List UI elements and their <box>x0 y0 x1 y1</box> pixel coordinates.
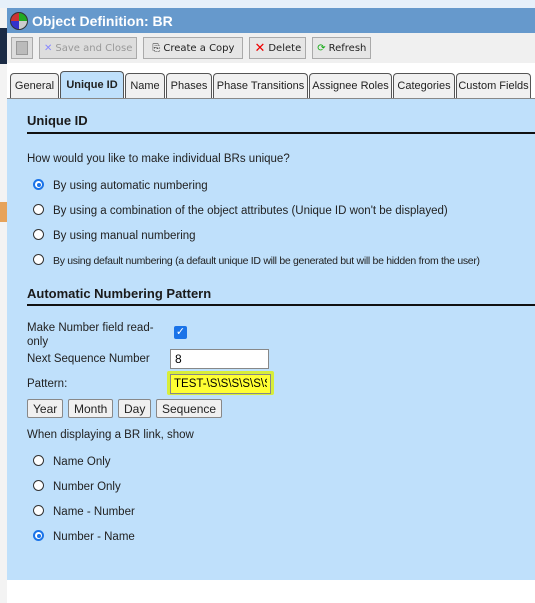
tab-custom-fields[interactable]: Custom Fields <box>456 73 531 98</box>
window-title: Object Definition: BR <box>32 12 173 29</box>
left-edge <box>0 8 7 603</box>
radio-automatic-numbering[interactable] <box>33 179 44 190</box>
radio-attribute-combination[interactable] <box>33 204 44 215</box>
readonly-checkbox[interactable]: ✓ <box>174 326 187 339</box>
refresh-icon: ⟳ <box>317 42 326 54</box>
tab-unique-id[interactable]: Unique ID <box>60 71 124 98</box>
link-option-label: Number Only <box>53 481 121 493</box>
save-close-label: Save and Close <box>55 42 133 54</box>
day-button[interactable]: Day <box>118 399 152 418</box>
divider <box>27 304 535 306</box>
option-label: By using default numbering (a default un… <box>53 255 480 267</box>
option-label: By using manual numbering <box>53 230 196 242</box>
top-strip <box>0 0 535 8</box>
refresh-button[interactable]: ⟳ Refresh <box>312 37 372 59</box>
save-button[interactable] <box>11 37 33 59</box>
title-bar: Object Definition: BR <box>7 8 535 33</box>
pattern-heading: Automatic Numbering Pattern <box>27 286 212 301</box>
pattern-label: Pattern: <box>27 378 68 390</box>
unique-question: How would you like to make individual BR… <box>27 153 290 165</box>
option-label: By using automatic numbering <box>53 180 208 192</box>
sequence-button[interactable]: Sequence <box>156 399 223 418</box>
left-edge-dark <box>0 28 7 64</box>
tab-categories[interactable]: Categories <box>393 73 455 98</box>
tab-phase-transitions[interactable]: Phase Transitions <box>213 73 308 98</box>
save-close-icon: ✕ <box>44 42 53 54</box>
save-and-close-button[interactable]: ✕ Save and Close <box>39 37 138 59</box>
next-seq-label: Next Sequence Number <box>27 353 150 365</box>
radio-name-only[interactable] <box>33 455 44 466</box>
delete-button[interactable]: ✕ Delete <box>249 37 307 59</box>
option-label: By using a combination of the object att… <box>53 205 448 217</box>
radio-number-only[interactable] <box>33 480 44 491</box>
copy-icon: ⎘ <box>152 42 161 54</box>
link-option-label: Number - Name <box>53 531 135 543</box>
left-edge-accent <box>0 202 7 222</box>
create-copy-label: Create a Copy <box>163 42 235 54</box>
tab-phases[interactable]: Phases <box>166 73 212 98</box>
unique-id-panel: Unique ID How would you like to make ind… <box>7 99 535 580</box>
pattern-input[interactable] <box>170 374 271 394</box>
delete-label: Delete <box>268 42 302 54</box>
readonly-label: Make Number field read-only <box>27 322 154 348</box>
link-option-label: Name - Number <box>53 506 135 518</box>
tab-assignee-roles[interactable]: Assignee Roles <box>309 73 392 98</box>
year-button[interactable]: Year <box>27 399 64 418</box>
delete-x-icon: ✕ <box>254 40 266 56</box>
month-button[interactable]: Month <box>68 399 114 418</box>
radio-default-numbering[interactable] <box>33 254 44 265</box>
link-option-label: Name Only <box>53 456 111 468</box>
save-icon <box>16 41 28 55</box>
tab-bar: General Unique ID Name Phases Phase Tran… <box>7 71 535 99</box>
object-disc-icon <box>10 11 28 30</box>
radio-manual-numbering[interactable] <box>33 229 44 240</box>
tab-name[interactable]: Name <box>125 73 165 98</box>
create-copy-button[interactable]: ⎘ Create a Copy <box>143 37 244 59</box>
next-sequence-input[interactable] <box>170 349 269 369</box>
tab-general[interactable]: General <box>10 73 59 98</box>
link-display-label: When displaying a BR link, show <box>27 429 194 441</box>
divider <box>27 132 535 134</box>
refresh-label: Refresh <box>328 42 367 54</box>
radio-number-name[interactable] <box>33 530 44 541</box>
unique-id-heading: Unique ID <box>27 113 88 128</box>
toolbar: ✕ Save and Close ⎘ Create a Copy ✕ Delete ⟳… <box>7 33 535 63</box>
radio-name-number[interactable] <box>33 505 44 516</box>
